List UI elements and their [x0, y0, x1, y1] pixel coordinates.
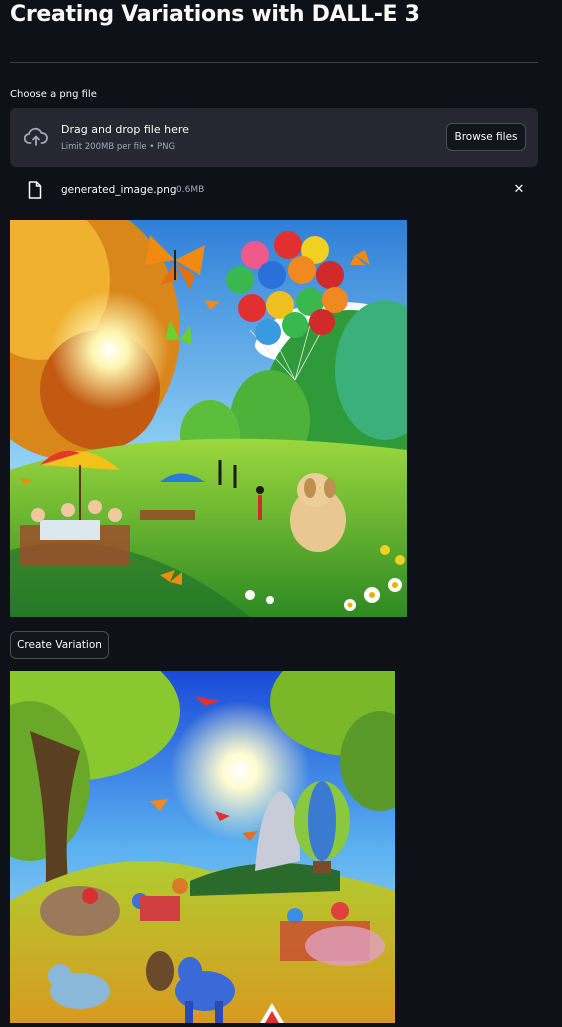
dropzone-instructions: Drag and drop file here: [61, 123, 189, 136]
browse-files-button[interactable]: Browse files: [446, 123, 526, 151]
create-variation-button[interactable]: Create Variation: [10, 631, 109, 659]
uploaded-file-name: generated_image.png: [61, 184, 177, 196]
cloud-upload-icon: [24, 127, 48, 146]
original-image: [10, 220, 407, 617]
variation-image: [10, 671, 395, 1023]
close-icon[interactable]: ✕: [511, 181, 527, 199]
dropzone-limits: Limit 200MB per file • PNG: [61, 142, 176, 152]
page-title: Creating Variations with DALL-E 3: [10, 2, 420, 27]
file-icon: [28, 181, 42, 199]
uploaded-file-size: 0.6MB: [176, 185, 205, 195]
file-dropzone[interactable]: Drag and drop file here Limit 200MB per …: [10, 108, 538, 167]
divider: [10, 62, 538, 63]
file-uploader-label: Choose a png file: [10, 89, 97, 100]
uploaded-file-item: generated_image.png 0.6MB ✕: [28, 180, 528, 200]
